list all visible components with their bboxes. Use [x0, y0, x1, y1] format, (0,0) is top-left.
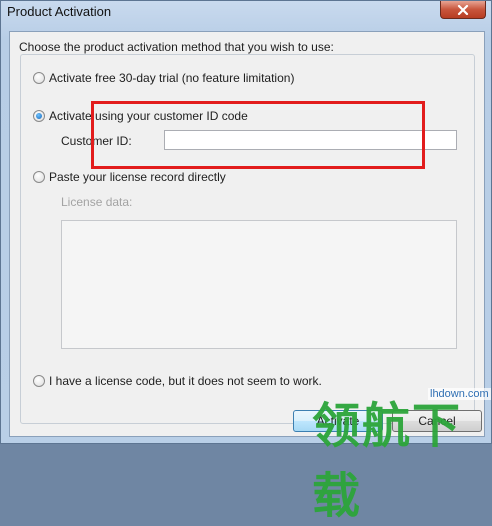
- activate-button[interactable]: Activate: [293, 410, 383, 432]
- option-license-problem[interactable]: I have a license code, but it does not s…: [33, 374, 322, 388]
- option-customer-id[interactable]: Activate using your customer ID code: [33, 109, 248, 123]
- dialog-client-area: Choose the product activation method tha…: [9, 31, 485, 437]
- option-license-problem-label[interactable]: I have a license code, but it does not s…: [49, 374, 322, 388]
- radio-license-problem[interactable]: [33, 375, 45, 387]
- activation-prompt: Choose the product activation method tha…: [19, 40, 334, 54]
- option-customer-id-label[interactable]: Activate using your customer ID code: [49, 109, 248, 123]
- dialog-window: Product Activation Choose the product ac…: [0, 0, 492, 444]
- option-trial-label[interactable]: Activate free 30-day trial (no feature l…: [49, 71, 294, 85]
- radio-license-record[interactable]: [33, 171, 45, 183]
- close-icon: [457, 4, 469, 15]
- cancel-button[interactable]: Cancel: [392, 410, 482, 432]
- activation-method-group: Activate free 30-day trial (no feature l…: [20, 54, 475, 424]
- option-trial[interactable]: Activate free 30-day trial (no feature l…: [33, 71, 294, 85]
- close-button[interactable]: [440, 1, 486, 19]
- license-data-textarea[interactable]: [61, 220, 457, 349]
- window-title: Product Activation: [7, 4, 112, 19]
- radio-customer-id[interactable]: [33, 110, 45, 122]
- title-bar[interactable]: Product Activation: [1, 1, 491, 27]
- option-license-record[interactable]: Paste your license record directly: [33, 170, 226, 184]
- option-license-record-label[interactable]: Paste your license record directly: [49, 170, 226, 184]
- customer-id-label: Customer ID:: [61, 134, 132, 148]
- license-data-label: License data:: [61, 195, 133, 209]
- radio-trial[interactable]: [33, 72, 45, 84]
- customer-id-input[interactable]: [164, 130, 457, 150]
